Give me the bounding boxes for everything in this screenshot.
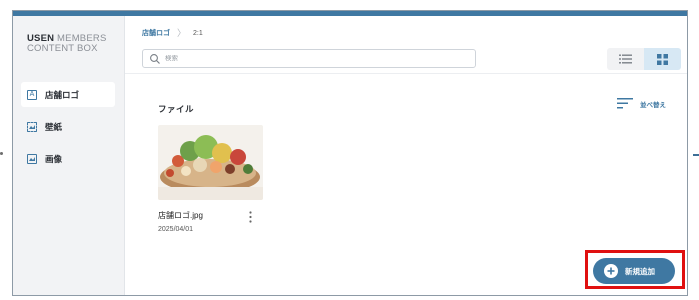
sidebar: USEN MEMBERS CONTENT BOX A 店舗ロゴ 壁紙 画像: [13, 16, 125, 295]
breadcrumb-root[interactable]: 店舗ロゴ: [142, 28, 170, 38]
sidebar-item-store-logo[interactable]: A 店舗ロゴ: [21, 82, 115, 107]
edge-connector: [693, 154, 699, 156]
breadcrumb-current: 2:1: [193, 29, 203, 37]
section-title: ファイル: [158, 104, 195, 114]
grid-view-icon: [657, 53, 668, 65]
list-view-icon: [619, 54, 632, 64]
search-input[interactable]: [165, 55, 455, 62]
sidebar-item-label: 壁紙: [45, 121, 63, 132]
wallpaper-icon: [27, 121, 37, 132]
sidebar-item-image[interactable]: 画像: [21, 146, 115, 171]
sort-button[interactable]: 並べ替え: [617, 98, 666, 109]
sort-label: 並べ替え: [640, 101, 666, 109]
sidebar-item-label: 店舗ロゴ: [45, 89, 80, 100]
search-icon: [150, 53, 160, 64]
food-platter-image: [158, 125, 263, 200]
view-toggle: [607, 48, 681, 70]
grid-view-button[interactable]: [644, 48, 681, 70]
file-thumbnail[interactable]: [158, 125, 263, 200]
more-vertical-icon: [248, 211, 252, 223]
file-menu-button[interactable]: [242, 206, 258, 228]
file-name: 店舗ロゴ.jpg: [158, 211, 203, 220]
sidebar-item-label: 画像: [45, 153, 63, 164]
brand-logo: USEN MEMBERS CONTENT BOX: [27, 34, 106, 54]
list-view-button[interactable]: [607, 48, 644, 70]
image-icon: [27, 153, 37, 164]
content-header: 店舗ロゴ 〉 2:1: [125, 16, 687, 74]
file-card[interactable]: 店舗ロゴ.jpg 2025/04/01: [158, 125, 266, 233]
chevron-right-icon: 〉: [177, 28, 187, 38]
breadcrumb: 店舗ロゴ 〉 2:1: [142, 28, 203, 38]
brand-line2: CONTENT BOX: [27, 43, 98, 54]
highlight-box: [585, 250, 685, 289]
sidebar-item-wallpaper[interactable]: 壁紙: [21, 114, 115, 139]
search-box: [142, 49, 476, 68]
edge-marker: [0, 152, 3, 155]
logo-image-icon: A: [27, 89, 37, 100]
file-date: 2025/04/01: [158, 226, 194, 233]
sort-icon: [617, 98, 633, 109]
